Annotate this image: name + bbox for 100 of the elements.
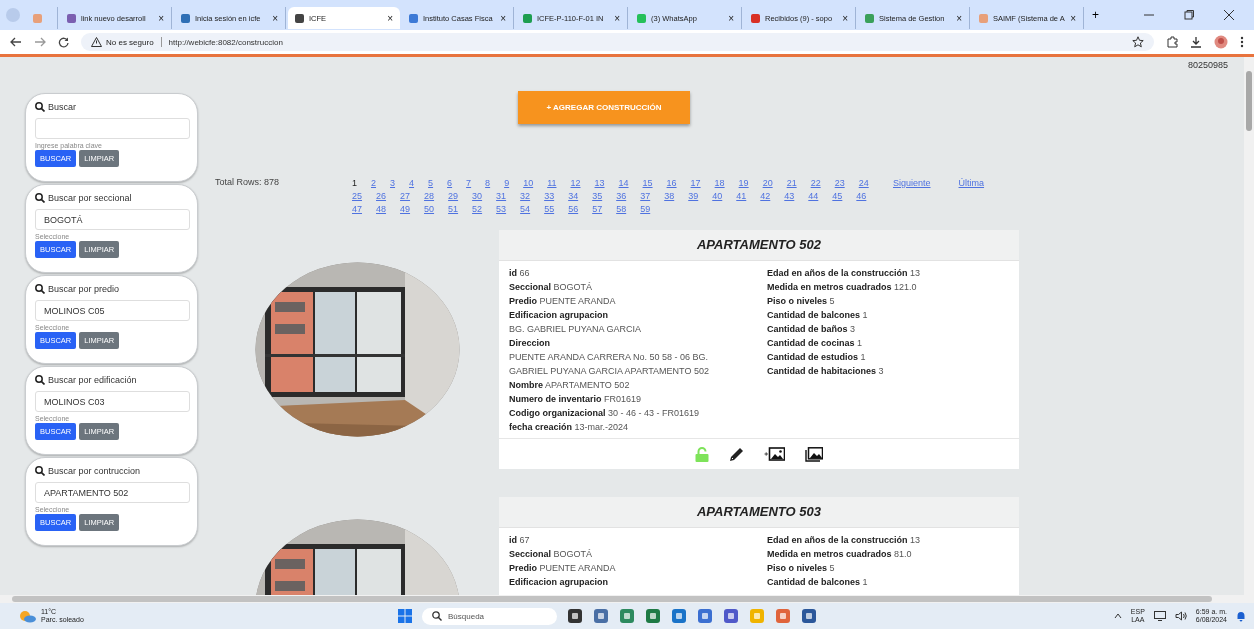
next-page-link[interactable]: Siguiente (893, 177, 931, 189)
page-link[interactable]: 19 (738, 177, 749, 189)
page-link[interactable]: 39 (688, 190, 699, 202)
page-link[interactable]: 42 (760, 190, 771, 202)
page-link[interactable]: 30 (472, 190, 483, 202)
page-link[interactable]: 4 (409, 177, 415, 189)
page-link[interactable]: 16 (666, 177, 677, 189)
add-image-icon[interactable] (764, 447, 785, 461)
page-link[interactable]: 7 (466, 177, 472, 189)
page-link[interactable]: 51 (448, 203, 459, 215)
horizontal-scrollbar[interactable] (0, 595, 1254, 603)
page-link[interactable]: 52 (472, 203, 483, 215)
page-link[interactable]: 49 (400, 203, 411, 215)
start-icon[interactable] (398, 609, 412, 623)
close-icon[interactable]: × (272, 12, 278, 24)
page-link[interactable]: 44 (808, 190, 819, 202)
last-page-link[interactable]: Última (958, 177, 985, 189)
page-link[interactable]: 23 (834, 177, 845, 189)
chevron-icon[interactable] (1113, 613, 1122, 619)
network-icon[interactable] (1153, 611, 1166, 621)
page-link[interactable]: 33 (544, 190, 555, 202)
close-icon[interactable]: × (728, 12, 734, 24)
gallery-icon[interactable] (805, 446, 823, 462)
page-link[interactable]: 58 (616, 203, 627, 215)
page-link[interactable]: 8 (485, 177, 491, 189)
page-link[interactable]: 40 (712, 190, 723, 202)
page-link[interactable]: 47 (352, 203, 362, 215)
menu-icon[interactable] (1240, 36, 1244, 48)
page-link[interactable]: 46 (856, 190, 867, 202)
page-link[interactable]: 53 (496, 203, 507, 215)
page-link[interactable]: 45 (832, 190, 843, 202)
page-link[interactable]: 13 (594, 177, 605, 189)
page-link[interactable]: 17 (690, 177, 701, 189)
page-link[interactable]: 15 (642, 177, 653, 189)
page-link[interactable]: 29 (448, 190, 459, 202)
page-link[interactable]: 34 (568, 190, 579, 202)
app-icon[interactable] (567, 608, 583, 624)
app-icon[interactable] (723, 608, 739, 624)
extensions-icon[interactable] (1166, 36, 1178, 48)
vertical-scrollbar[interactable] (1244, 57, 1254, 595)
page-link[interactable]: 38 (664, 190, 675, 202)
close-icon[interactable]: × (500, 12, 506, 24)
new-tab-button[interactable]: + (1086, 8, 1105, 22)
page-link[interactable]: 48 (376, 203, 387, 215)
app-icon[interactable] (645, 608, 661, 624)
page-link[interactable]: 11 (547, 177, 557, 189)
page-link[interactable]: 50 (424, 203, 435, 215)
page-link[interactable]: 56 (568, 203, 579, 215)
page-link[interactable]: 18 (714, 177, 725, 189)
page-link[interactable]: 14 (618, 177, 629, 189)
close-icon[interactable]: × (614, 12, 620, 24)
input-field[interactable]: BOGOTÁ (35, 209, 190, 230)
page-link[interactable]: 36 (616, 190, 627, 202)
speaker-icon[interactable] (1174, 611, 1187, 621)
reload-icon[interactable] (58, 36, 69, 48)
page-link[interactable]: 1 (352, 177, 357, 189)
profile-icon[interactable] (1214, 35, 1228, 49)
back-icon[interactable] (10, 37, 22, 47)
page-link[interactable]: 54 (520, 203, 531, 215)
page-link[interactable]: 26 (376, 190, 387, 202)
page-link[interactable]: 43 (784, 190, 795, 202)
page-link[interactable]: 57 (592, 203, 603, 215)
page-link[interactable]: 32 (520, 190, 531, 202)
page-link[interactable]: 20 (762, 177, 773, 189)
close-icon[interactable]: × (842, 12, 848, 24)
download-icon[interactable] (1190, 36, 1202, 48)
page-link[interactable]: 41 (736, 190, 747, 202)
page-link[interactable]: 9 (504, 177, 510, 189)
input-field[interactable]: MOLINOS C05 (35, 300, 190, 321)
page-link[interactable]: 35 (592, 190, 603, 202)
page-link[interactable]: 27 (400, 190, 411, 202)
close-icon[interactable]: × (387, 12, 393, 24)
page-link[interactable]: 2 (371, 177, 377, 189)
page-link[interactable]: 21 (786, 177, 797, 189)
page-link[interactable]: 6 (447, 177, 453, 189)
pencil-icon[interactable] (729, 446, 744, 462)
app-icon[interactable] (801, 608, 817, 624)
page-link[interactable]: 3 (390, 177, 396, 189)
close-icon[interactable]: × (956, 12, 962, 24)
address-field[interactable]: No es seguro http://webicfe:8082/construccion (81, 33, 1154, 51)
page-link[interactable]: 12 (570, 177, 581, 189)
forward-icon[interactable] (34, 37, 46, 47)
close-icon[interactable]: × (158, 12, 164, 24)
page-link[interactable]: 28 (424, 190, 435, 202)
star-icon[interactable] (1132, 36, 1144, 48)
taskbar-search-field[interactable]: Búsqueda (422, 607, 557, 625)
page-link[interactable]: 24 (858, 177, 869, 189)
page-link[interactable]: 25 (352, 190, 362, 202)
page-link[interactable]: 5 (428, 177, 434, 189)
input-field[interactable]: MOLINOS C03 (35, 391, 190, 412)
input-field[interactable] (35, 118, 190, 139)
page-link[interactable]: 31 (496, 190, 507, 202)
input-field[interactable]: APARTAMENTO 502 (35, 482, 190, 503)
restore-icon[interactable] (1184, 10, 1194, 20)
page-link[interactable]: 37 (640, 190, 651, 202)
close-icon[interactable]: × (1070, 12, 1076, 24)
bell-icon[interactable] (1236, 610, 1246, 622)
close-icon[interactable] (1224, 10, 1234, 20)
page-link[interactable]: 55 (544, 203, 555, 215)
page-link[interactable]: 10 (523, 177, 534, 189)
